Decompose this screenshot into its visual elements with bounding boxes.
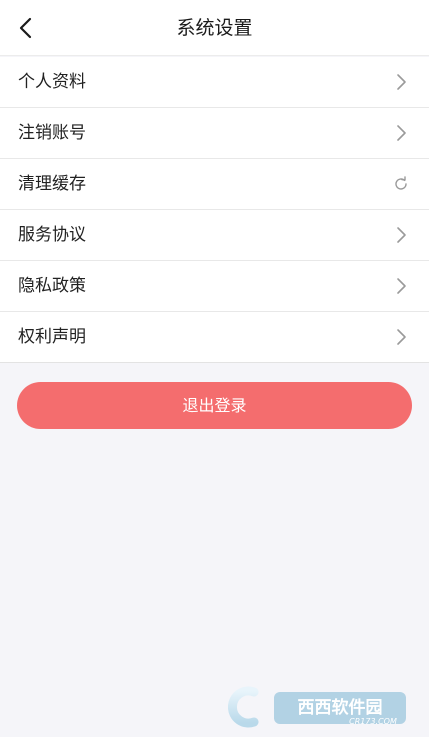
refresh-icon[interactable]	[391, 174, 411, 194]
chevron-right-icon	[391, 276, 411, 296]
nav-bar: 系统设置	[0, 0, 429, 56]
settings-item-label: 清理缓存	[18, 174, 86, 194]
chevron-right-icon	[391, 327, 411, 347]
settings-item-privacy-policy[interactable]: 隐私政策	[0, 261, 429, 312]
watermark-logo: 西西软件园 CR173.COM	[228, 686, 410, 728]
settings-item-clear-cache[interactable]: 清理缓存	[0, 159, 429, 210]
svg-text:西西软件园: 西西软件园	[298, 697, 383, 718]
settings-item-label: 个人资料	[18, 72, 86, 92]
logout-button[interactable]: 退出登录	[17, 382, 412, 429]
settings-item-label: 隐私政策	[18, 276, 86, 296]
settings-item-profile[interactable]: 个人资料	[0, 57, 429, 108]
settings-item-rights-statement[interactable]: 权利声明	[0, 312, 429, 363]
settings-screen: 系统设置 个人资料 注销账号 清理缓存 服务协议 隐私政策 权利声明 退出登录 …	[0, 0, 429, 737]
settings-item-service-agreement[interactable]: 服务协议	[0, 210, 429, 261]
chevron-right-icon	[391, 225, 411, 245]
page-title: 系统设置	[176, 17, 253, 39]
chevron-right-icon	[391, 123, 411, 143]
settings-item-label: 权利声明	[18, 327, 86, 347]
settings-item-delete-account[interactable]: 注销账号	[0, 108, 429, 159]
svg-text:CR173.COM: CR173.COM	[349, 717, 397, 726]
chevron-right-icon	[391, 72, 411, 92]
settings-item-label: 服务协议	[18, 225, 86, 245]
settings-list: 个人资料 注销账号 清理缓存 服务协议 隐私政策 权利声明	[0, 57, 429, 363]
settings-item-label: 注销账号	[18, 123, 86, 143]
